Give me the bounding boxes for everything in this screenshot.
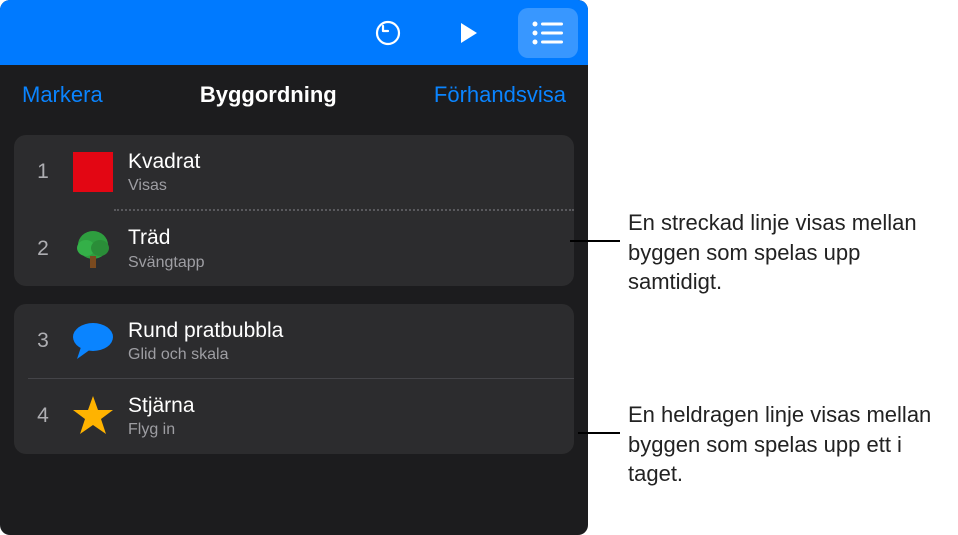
callout-connector: [570, 240, 620, 242]
build-effect: Flyg in: [128, 420, 195, 439]
undo-button[interactable]: [358, 8, 418, 58]
build-effect: Glid och skala: [128, 345, 283, 364]
build-order-panel: Markera Byggordning Förhandsvisa 1 Kvadr…: [0, 0, 588, 535]
speech-bubble-icon: [70, 318, 116, 364]
build-number: 2: [28, 237, 58, 261]
tab-bar: Markera Byggordning Förhandsvisa: [0, 65, 588, 125]
build-row[interactable]: 4 Stjärna Flyg in: [14, 379, 574, 453]
tab-preview[interactable]: Förhandsvisa: [434, 82, 566, 108]
build-title: Träd: [128, 225, 205, 250]
list-icon: [531, 20, 565, 46]
build-number: 4: [28, 404, 58, 428]
build-effect: Svängtapp: [128, 253, 205, 272]
build-list: 1 Kvadrat Visas 2: [0, 125, 588, 454]
callout-dotted: En streckad linje visas mellan byggen so…: [628, 208, 938, 297]
callout-connector: [578, 432, 620, 434]
list-button[interactable]: [518, 8, 578, 58]
callout-solid: En heldragen linje visas mellan byggen s…: [628, 400, 938, 489]
build-title: Rund pratbubbla: [128, 318, 283, 343]
tab-select[interactable]: Markera: [22, 82, 103, 108]
square-icon: [70, 149, 116, 195]
build-row[interactable]: 1 Kvadrat Visas: [14, 135, 574, 209]
build-group: 3 Rund pratbubbla Glid och skala 4: [14, 304, 574, 454]
play-icon: [455, 20, 481, 46]
build-group: 1 Kvadrat Visas 2: [14, 135, 574, 286]
build-title: Kvadrat: [128, 149, 200, 174]
build-effect: Visas: [128, 176, 200, 195]
build-row[interactable]: 2 Träd Svängtapp: [14, 211, 574, 285]
tab-build-order[interactable]: Byggordning: [200, 82, 337, 108]
build-number: 3: [28, 329, 58, 353]
undo-icon: [373, 18, 403, 48]
build-number: 1: [28, 160, 58, 184]
build-title: Stjärna: [128, 393, 195, 418]
star-icon: [70, 393, 116, 439]
tree-icon: [70, 226, 116, 272]
play-button[interactable]: [438, 8, 498, 58]
toolbar: [0, 0, 588, 65]
build-row[interactable]: 3 Rund pratbubbla Glid och skala: [14, 304, 574, 378]
